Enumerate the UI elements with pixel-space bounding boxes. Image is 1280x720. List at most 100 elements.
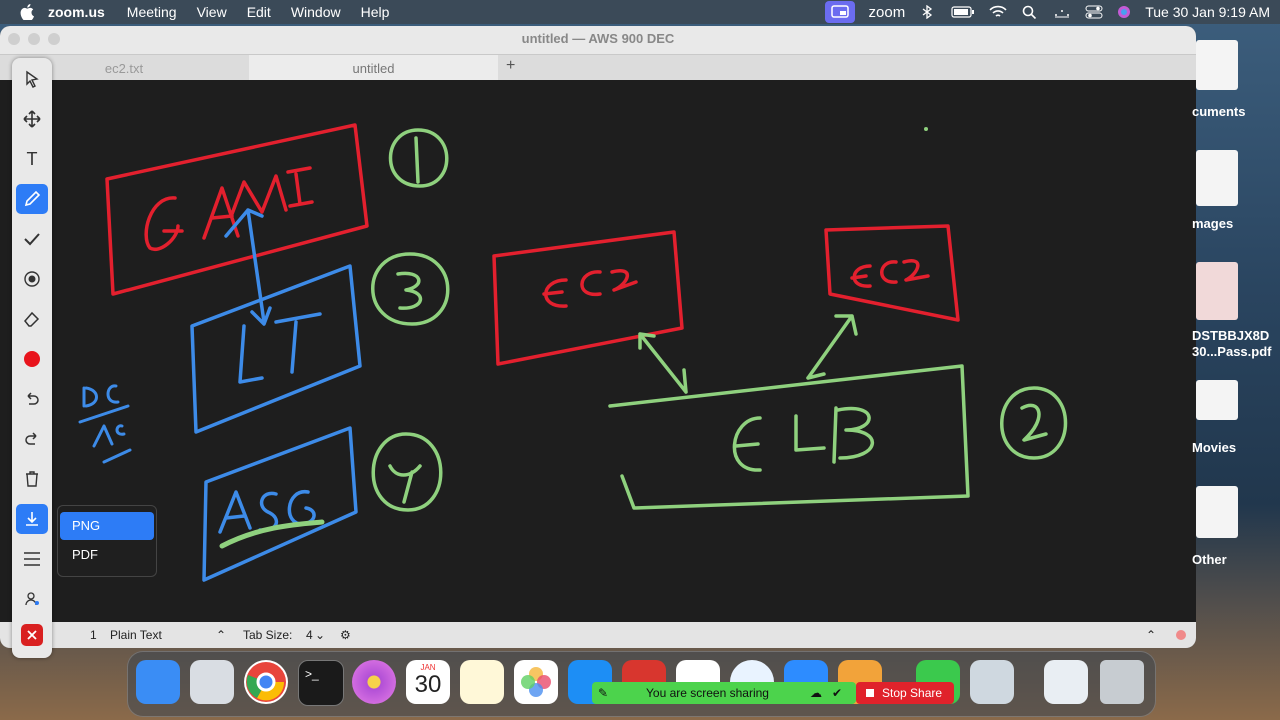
zoom-menu-label[interactable]: zoom — [869, 4, 906, 21]
tab-bar: ec2.txt untitled + — [0, 54, 1196, 81]
spotlight-tool[interactable] — [16, 264, 48, 294]
menu-edit[interactable]: Edit — [247, 4, 271, 20]
battery-icon[interactable] — [951, 5, 975, 19]
undo-icon — [27, 392, 39, 405]
save-button[interactable] — [16, 504, 48, 534]
ami-box — [105, 123, 369, 296]
clear-button[interactable] — [16, 464, 48, 494]
menu-help[interactable]: Help — [361, 4, 390, 20]
pen-tool[interactable] — [16, 184, 48, 214]
move-tool[interactable] — [16, 104, 48, 134]
menu-clock[interactable]: Tue 30 Jan 9:19 AM — [1145, 4, 1270, 20]
bluetooth-icon[interactable] — [919, 5, 937, 19]
export-format-menu: PNG PDF — [57, 505, 157, 577]
close-icon — [27, 630, 37, 640]
finder-icon[interactable] — [136, 660, 180, 704]
desktop-movies-icon[interactable] — [1196, 380, 1238, 420]
text-tool[interactable]: T — [16, 144, 48, 174]
wifi-icon[interactable] — [989, 5, 1007, 19]
desktop-pdf-icon[interactable] — [1196, 262, 1238, 320]
desktop-label-other[interactable]: Other — [1192, 552, 1227, 567]
tab-size-value[interactable]: 4 — [306, 628, 313, 642]
lt-box — [190, 264, 362, 434]
participant-button[interactable] — [16, 584, 48, 614]
desktop-label-pdf-1[interactable]: DSTBBJX8D — [1192, 328, 1269, 343]
settings-gear-icon[interactable]: ⚙ — [340, 628, 351, 642]
search-icon[interactable] — [1021, 5, 1039, 19]
syntax-chevron-icon[interactable]: ⌃ — [216, 628, 226, 642]
tab-untitled[interactable]: untitled — [249, 55, 498, 81]
syntax-selector[interactable]: Plain Text — [110, 628, 162, 642]
download-icon — [26, 512, 38, 526]
menu-window[interactable]: Window — [291, 4, 341, 20]
display-icon[interactable] — [1053, 5, 1071, 19]
line-number[interactable]: 1 — [90, 628, 97, 642]
desktop-label-images[interactable]: mages — [1192, 216, 1233, 231]
ec2-left-text — [542, 269, 638, 308]
window-titlebar: untitled — AWS 900 DEC — [0, 26, 1196, 54]
flower-app-icon[interactable] — [352, 660, 396, 704]
menu-app-name[interactable]: zoom.us — [48, 4, 105, 20]
pencil-icon — [24, 190, 41, 207]
menu-bar: zoom.us Meeting View Edit Window Help zo… — [0, 0, 1280, 24]
red-color-dot — [24, 351, 40, 367]
export-png-option[interactable]: PNG — [60, 512, 154, 540]
whiteboard-drawing — [78, 123, 1068, 582]
number-3-circle — [371, 252, 450, 326]
editor-window: untitled — AWS 900 DEC ec2.txt untitled … — [0, 26, 1196, 648]
checkmark-icon — [24, 233, 40, 246]
window-title: untitled — AWS 900 DEC — [521, 31, 675, 46]
export-pdf-option[interactable]: PDF — [60, 541, 154, 569]
desktop-label-movies[interactable]: Movies — [1192, 440, 1236, 455]
preview-icon[interactable] — [970, 660, 1014, 704]
stamp-tool[interactable] — [16, 224, 48, 254]
menu-view[interactable]: View — [197, 4, 227, 20]
apple-icon[interactable] — [20, 4, 34, 20]
move-icon — [23, 110, 41, 128]
eraser-tool[interactable] — [16, 304, 48, 334]
tab-size-chevron-icon[interactable]: ⌄ — [315, 628, 325, 642]
desktop-label-documents[interactable]: cuments — [1192, 104, 1245, 119]
menu-meeting[interactable]: Meeting — [127, 4, 177, 20]
calendar-icon[interactable]: JAN 30 — [406, 660, 450, 704]
desktop-other-icon[interactable] — [1196, 486, 1238, 538]
redo-button[interactable] — [16, 424, 48, 454]
menu-button[interactable] — [16, 544, 48, 574]
chrome-icon[interactable] — [244, 660, 288, 704]
undo-button[interactable] — [16, 384, 48, 414]
stop-share-label: Stop Share — [882, 686, 943, 700]
stray-dot — [924, 127, 928, 131]
annotation-toolbar: T — [12, 58, 52, 658]
redo-icon — [25, 432, 37, 445]
ec2-right-box — [824, 224, 960, 322]
select-tool[interactable] — [16, 64, 48, 94]
shield-check-icon: ✔ — [832, 686, 843, 700]
minimize-window-button[interactable] — [28, 33, 40, 45]
asg-box — [202, 426, 358, 582]
downloads-folder-icon[interactable] — [1044, 660, 1088, 704]
zoom-share-icon[interactable] — [824, 1, 855, 23]
tab-size-label: Tab Size: — [243, 628, 293, 642]
hamburger-icon — [24, 552, 40, 566]
new-tab-button[interactable]: + — [506, 57, 515, 75]
terminal-icon[interactable]: >_ — [298, 660, 344, 706]
zoom-window-button[interactable] — [48, 33, 60, 45]
pin-icon[interactable]: ✎ — [598, 682, 608, 704]
notes-icon[interactable] — [460, 660, 504, 704]
close-window-button[interactable] — [8, 33, 20, 45]
photos-icon[interactable] — [514, 660, 558, 704]
stop-share-button[interactable]: Stop Share — [856, 682, 954, 704]
desktop-label-pdf-2[interactable]: 30...Pass.pdf — [1192, 344, 1271, 359]
record-dot-icon[interactable] — [1176, 630, 1186, 640]
siri-icon[interactable] — [1117, 5, 1131, 19]
launchpad-icon[interactable] — [190, 660, 234, 704]
desktop-images-icon[interactable] — [1196, 150, 1238, 206]
color-picker[interactable] — [16, 344, 48, 374]
scroll-chevron-icon[interactable]: ⌃ — [1146, 628, 1156, 642]
desktop-file-icon[interactable] — [1196, 40, 1238, 90]
lt-text — [238, 312, 322, 384]
close-toolbar-button[interactable] — [21, 624, 43, 646]
control-center-icon[interactable] — [1085, 5, 1103, 19]
trash-icon[interactable] — [1100, 660, 1144, 704]
whiteboard-canvas[interactable] — [0, 80, 1196, 622]
